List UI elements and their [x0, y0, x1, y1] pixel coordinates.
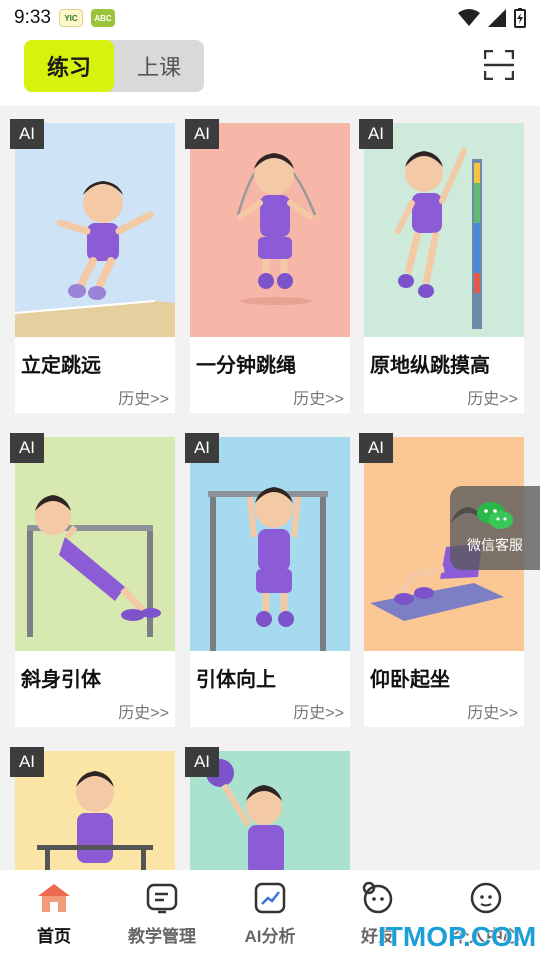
card-standing-long-jump[interactable]: AI 立定跳远 历史>>: [10, 119, 175, 413]
tab-practice[interactable]: 练习: [24, 40, 114, 92]
tab-ai-analysis[interactable]: AI分析: [216, 870, 324, 960]
app-badge-yic: YIC: [58, 9, 83, 27]
wechat-icon: [477, 502, 513, 529]
wechat-service-button[interactable]: 微信客服: [450, 486, 540, 570]
status-time: 9:33: [14, 7, 51, 28]
scan-icon[interactable]: [484, 50, 514, 80]
ai-badge: AI: [10, 747, 44, 777]
ai-badge: AI: [359, 119, 393, 149]
card-image: [15, 123, 175, 337]
wechat-service-label: 微信客服: [467, 537, 523, 553]
tab-home[interactable]: 首页: [0, 870, 108, 960]
jumping-kid-illustration: [56, 181, 154, 300]
ai-badge: AI: [185, 747, 219, 777]
tab-label: AI分析: [244, 927, 296, 946]
history-link[interactable]: 历史>>: [467, 699, 518, 723]
card-inclined-pull-up[interactable]: AI 斜身引体 历史>>: [10, 433, 175, 727]
card-title: 立定跳远: [21, 355, 101, 377]
status-bar: 9:33 YIC ABC: [0, 0, 540, 36]
card-jump-rope[interactable]: AI 一分钟跳绳 历史>>: [185, 119, 350, 413]
ai-badge: AI: [10, 433, 44, 463]
tab-teaching[interactable]: 教学管理: [108, 870, 216, 960]
card-ball-throw[interactable]: AI: [185, 747, 350, 870]
teaching-icon: [146, 883, 178, 914]
ai-badge: AI: [10, 119, 44, 149]
card-title: 仰卧起坐: [370, 669, 450, 691]
card-title: 引体向上: [196, 669, 276, 691]
history-link[interactable]: 历史>>: [118, 385, 169, 409]
card-pull-up[interactable]: AI 引体向上 历史>>: [185, 433, 350, 727]
tab-label: 教学管理: [128, 927, 196, 946]
signal-icon: [488, 9, 506, 27]
tab-label: 首页: [37, 927, 71, 946]
tab-class[interactable]: 上课: [114, 40, 204, 92]
card-vertical-jump-reach[interactable]: AI 原地纵跳摸高 历史>>: [359, 119, 524, 413]
card-image: [190, 123, 350, 337]
history-link[interactable]: 历史>>: [118, 699, 169, 723]
ai-badge: AI: [185, 119, 219, 149]
card-image: [364, 123, 524, 337]
mode-switch: 练习 上课: [24, 40, 204, 92]
card-parallel-bars[interactable]: AI: [10, 747, 175, 870]
watermark-text: ITMOP.COM: [378, 921, 537, 952]
card-title: 斜身引体: [21, 669, 101, 691]
friends-icon: [362, 881, 393, 914]
card-title: 原地纵跳摸高: [370, 355, 490, 377]
history-link[interactable]: 历史>>: [293, 699, 344, 723]
ai-analysis-icon: [254, 882, 286, 914]
ai-badge: AI: [185, 433, 219, 463]
battery-icon: [514, 8, 526, 28]
history-link[interactable]: 历史>>: [467, 385, 518, 409]
top-header: 练习 上课: [0, 36, 540, 106]
card-sit-up[interactable]: AI 仰卧起坐 历史>>: [359, 433, 524, 727]
profile-icon: [470, 882, 502, 914]
history-link[interactable]: 历史>>: [293, 385, 344, 409]
ai-badge: AI: [359, 433, 393, 463]
card-image: [15, 437, 175, 651]
app-badge-green: ABC: [90, 9, 115, 27]
wifi-icon: [458, 9, 480, 26]
home-icon: [38, 884, 70, 912]
card-image: [190, 437, 350, 651]
card-title: 一分钟跳绳: [196, 355, 296, 377]
